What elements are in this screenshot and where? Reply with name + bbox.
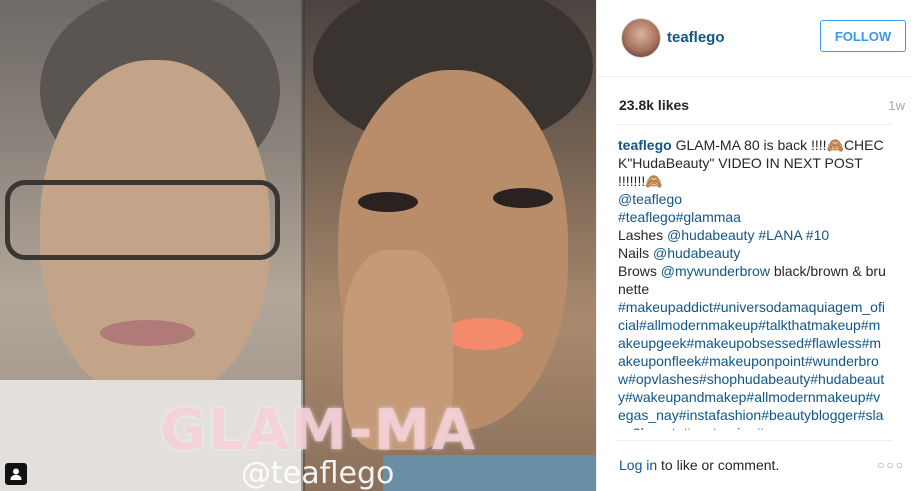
lips-shape bbox=[443, 318, 523, 350]
avatar[interactable] bbox=[621, 18, 661, 58]
divider bbox=[617, 440, 893, 441]
likes-count[interactable]: 23.8k likes bbox=[619, 97, 689, 113]
caption-username[interactable]: teaflego bbox=[618, 137, 672, 153]
login-text: to like or comment. bbox=[657, 457, 780, 473]
more-options-icon[interactable]: ○○○ bbox=[877, 458, 905, 472]
caption-brows-line: Brows @mywunderbrow black/brown & brunet… bbox=[618, 262, 886, 298]
person-tag-icon[interactable] bbox=[5, 463, 27, 485]
glasses-shape bbox=[5, 180, 280, 260]
username-link[interactable]: teaflego bbox=[667, 29, 725, 46]
caption-hashtags-1[interactable]: #teaflego#glammaa bbox=[618, 208, 886, 226]
caption-lashes-line: Lashes @hudabeauty #LANA #10 bbox=[618, 226, 886, 244]
brows-mention[interactable]: @mywunderbrow bbox=[661, 263, 770, 279]
nails-value[interactable]: @hudabeauty bbox=[653, 245, 740, 261]
post-age[interactable]: 1w bbox=[888, 98, 905, 113]
login-link[interactable]: Log in bbox=[619, 457, 657, 473]
divider bbox=[617, 124, 893, 125]
lips-shape bbox=[100, 320, 195, 346]
follow-button[interactable]: FOLLOW bbox=[820, 20, 906, 52]
photo-overlay-title: GLAM-MA bbox=[160, 398, 478, 463]
caption-hashtags-2[interactable]: #makeupaddict#universodamaquiagem_oficia… bbox=[618, 298, 886, 430]
nails-label: Nails bbox=[618, 245, 654, 261]
post-photo[interactable]: GLAM-MA @teaflego bbox=[0, 0, 596, 491]
person-tag-glyph bbox=[10, 468, 22, 480]
right-eye-shape bbox=[493, 188, 553, 208]
lashes-value[interactable]: @hudabeauty #LANA #10 bbox=[667, 227, 829, 243]
photo-overlay-handle: @teaflego bbox=[241, 456, 395, 491]
post-header: teaflego FOLLOW bbox=[597, 0, 912, 77]
login-prompt: Log in to like or comment. bbox=[619, 457, 779, 473]
left-eye-shape bbox=[358, 192, 418, 212]
caption: teaflego GLAM-MA 80 is back !!!!🙈CHECK"H… bbox=[618, 136, 886, 430]
caption-mention[interactable]: @teaflego bbox=[618, 190, 886, 208]
brows-label: Brows bbox=[618, 263, 661, 279]
caption-nails-line: Nails @hudabeauty bbox=[618, 244, 886, 262]
post-sidebar: teaflego FOLLOW 23.8k likes 1w teaflego … bbox=[596, 0, 912, 491]
lashes-label: Lashes bbox=[618, 227, 668, 243]
